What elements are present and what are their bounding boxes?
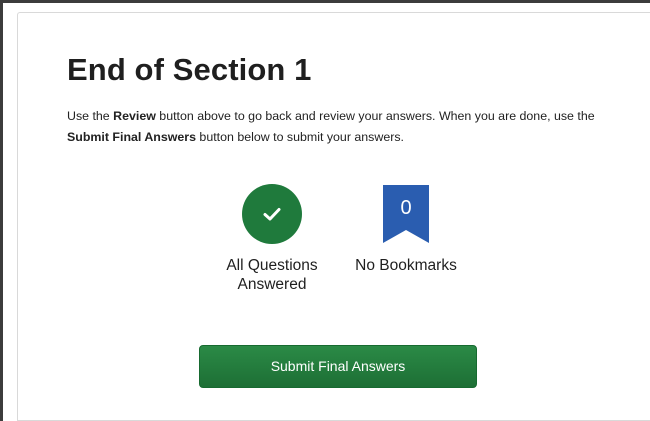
bookmarks-status: 0 No Bookmarks xyxy=(344,184,468,275)
bookmark-count: 0 xyxy=(400,197,412,219)
instructions-part-1: Use the xyxy=(67,109,114,123)
bookmark-icon: 0 xyxy=(383,185,429,243)
check-icon xyxy=(242,184,302,244)
all-answered-label-line-1: All Questions xyxy=(226,257,318,274)
all-answered-label: All Questions Answered xyxy=(214,256,330,294)
instructions-part-2: button above to go back and review your … xyxy=(155,109,595,123)
all-answered-label-line-2: Answered xyxy=(237,276,307,293)
review-reference: Review xyxy=(113,109,156,123)
instructions-text: Use the Review button above to go back a… xyxy=(67,106,612,148)
page-title: End of Section 1 xyxy=(67,52,312,87)
bookmarks-label: No Bookmarks xyxy=(355,257,457,274)
submit-reference: Submit Final Answers xyxy=(67,130,196,144)
instructions-part-3: button below to submit your answers. xyxy=(195,130,404,144)
submit-final-answers-button[interactable]: Submit Final Answers xyxy=(199,345,477,388)
all-answered-status: All Questions Answered xyxy=(214,184,330,294)
